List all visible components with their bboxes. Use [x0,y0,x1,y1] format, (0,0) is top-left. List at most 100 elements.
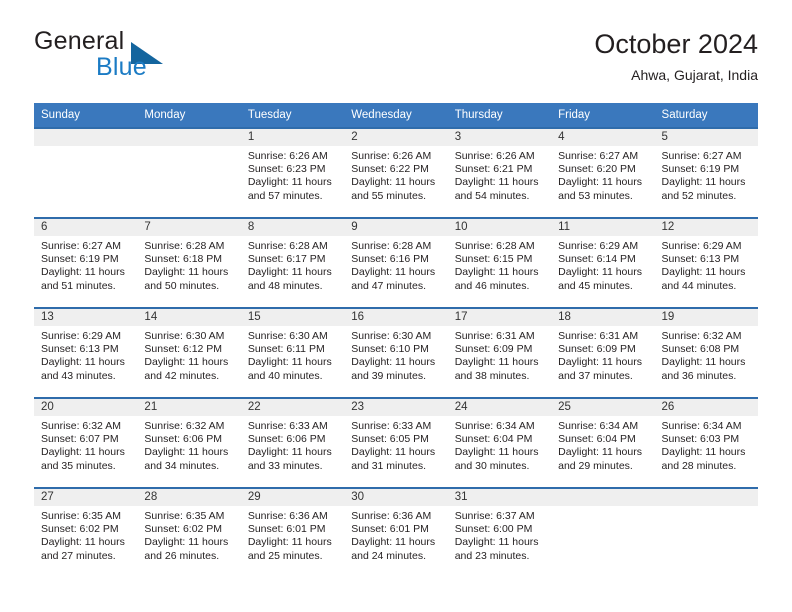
day-details: Sunrise: 6:28 AM Sunset: 6:17 PM Daylight:… [241,236,344,293]
day-cell-content: 10 Sunrise: 6:28 AM Sunset: 6:15 PM Dayligh… [447,219,552,307]
sunset-text: Sunset: 6:11 PM [247,343,325,356]
daylight-text-line1: Daylight: 11 hours [558,446,642,459]
calendar-day-cell[interactable]: 25 Sunrise: 6:34 AM Sunset: 6:04 PM Dayligh… [551,397,655,488]
daylight-text-line1: Daylight: 11 hours [558,356,642,369]
daylight-text-line1: Daylight: 11 hours [41,536,125,549]
calendar-body: 1 Sunrise: 6:26 AM Sunset: 6:23 PM Daylight… [34,127,758,577]
calendar-day-cell[interactable]: 24 Sunrise: 6:34 AM Sunset: 6:04 PM Dayligh… [447,397,552,488]
calendar-day-cell[interactable]: 17 Sunrise: 6:31 AM Sunset: 6:09 PM Dayligh… [447,307,552,398]
calendar-day-cell [137,127,241,218]
calendar-day-cell[interactable]: 30 Sunrise: 6:36 AM Sunset: 6:01 PM Dayligh… [344,487,448,577]
day-cell-content: 26 Sunrise: 6:34 AM Sunset: 6:03 PM Dayligh… [654,399,758,487]
calendar-week-row: 20 Sunrise: 6:32 AM Sunset: 6:07 PM Dayligh… [34,397,758,488]
calendar-day-cell[interactable]: 28 Sunrise: 6:35 AM Sunset: 6:02 PM Dayligh… [137,487,241,577]
calendar-day-cell[interactable]: 15 Sunrise: 6:30 AM Sunset: 6:11 PM Dayligh… [240,307,345,398]
day-details: Sunrise: 6:33 AM Sunset: 6:05 PM Daylight:… [344,416,447,473]
day-cell-content: 28 Sunrise: 6:35 AM Sunset: 6:02 PM Dayligh… [137,489,241,577]
calendar-day-cell[interactable]: 3 Sunrise: 6:26 AM Sunset: 6:21 PM Daylight… [447,127,552,218]
calendar-day-cell[interactable]: 9 Sunrise: 6:28 AM Sunset: 6:16 PM Daylight… [344,217,448,308]
page-subtitle: Ahwa, Gujarat, India [631,67,758,83]
daylight-text-line2: and 31 minutes. [351,459,426,472]
sunrise-text: Sunrise: 6:29 AM [41,330,121,342]
calendar-day-cell [654,487,758,577]
calendar-day-cell[interactable]: 29 Sunrise: 6:36 AM Sunset: 6:01 PM Dayligh… [240,487,345,577]
day-details: Sunrise: 6:29 AM Sunset: 6:13 PM Daylight:… [655,236,758,293]
calendar-day-cell[interactable]: 13 Sunrise: 6:29 AM Sunset: 6:13 PM Dayligh… [34,307,138,398]
day-cell-content: 7 Sunrise: 6:28 AM Sunset: 6:18 PM Daylight… [137,219,241,307]
daylight-text-line2: and 26 minutes. [144,549,220,562]
calendar-day-cell[interactable]: 8 Sunrise: 6:28 AM Sunset: 6:17 PM Daylight… [240,217,345,308]
day-cell-content: 8 Sunrise: 6:28 AM Sunset: 6:17 PM Daylight… [240,219,345,307]
calendar-day-cell[interactable]: 26 Sunrise: 6:34 AM Sunset: 6:03 PM Dayligh… [654,397,758,488]
day-number: 3 [447,129,552,146]
day-details: Sunrise: 6:29 AM Sunset: 6:14 PM Daylight:… [551,236,654,293]
day-details: Sunrise: 6:30 AM Sunset: 6:12 PM Daylight:… [137,326,240,383]
brand-logo[interactable]: General Blue [34,28,244,90]
sunrise-text: Sunrise: 6:34 AM [558,420,639,432]
day-details: Sunrise: 6:27 AM Sunset: 6:19 PM Daylight:… [655,146,758,203]
day-details: Sunrise: 6:28 AM Sunset: 6:16 PM Daylight:… [344,236,447,293]
sunset-text: Sunset: 6:12 PM [144,343,223,356]
calendar-day-cell[interactable]: 5 Sunrise: 6:27 AM Sunset: 6:19 PM Daylight… [654,127,758,218]
calendar-day-cell[interactable]: 22 Sunrise: 6:33 AM Sunset: 6:06 PM Dayligh… [240,397,345,488]
day-cell-content: 2 Sunrise: 6:26 AM Sunset: 6:22 PM Daylight… [344,129,448,217]
sunrise-text: Sunrise: 6:27 AM [661,150,742,162]
day-details: Sunrise: 6:32 AM Sunset: 6:08 PM Daylight:… [655,326,758,383]
day-cell-content: 21 Sunrise: 6:32 AM Sunset: 6:06 PM Dayligh… [137,399,241,487]
daylight-text-line2: and 40 minutes. [247,369,323,382]
calendar-day-cell[interactable]: 4 Sunrise: 6:27 AM Sunset: 6:20 PM Daylight… [551,127,655,218]
daylight-text-line1: Daylight: 11 hours [454,176,539,189]
day-details: Sunrise: 6:32 AM Sunset: 6:07 PM Daylight:… [34,416,137,473]
calendar-day-cell [551,487,655,577]
weekday-header-saturday: Saturday [654,103,758,128]
day-cell-content: 5 Sunrise: 6:27 AM Sunset: 6:19 PM Daylight… [654,129,758,217]
calendar-day-cell[interactable]: 1 Sunrise: 6:26 AM Sunset: 6:23 PM Daylight… [240,127,345,218]
day-number: 18 [551,309,655,326]
sunrise-text: Sunrise: 6:30 AM [247,330,328,342]
daylight-text-line2: and 54 minutes. [454,189,530,202]
calendar-day-cell[interactable]: 19 Sunrise: 6:32 AM Sunset: 6:08 PM Dayligh… [654,307,758,398]
day-details: Sunrise: 6:34 AM Sunset: 6:03 PM Daylight:… [655,416,758,473]
sunset-text: Sunset: 6:00 PM [454,523,533,536]
daylight-text-line2: and 53 minutes. [558,189,633,202]
day-number: 6 [34,219,138,236]
calendar-day-cell[interactable]: 10 Sunrise: 6:28 AM Sunset: 6:15 PM Dayligh… [447,217,552,308]
day-details: Sunrise: 6:37 AM Sunset: 6:00 PM Daylight:… [448,506,551,563]
calendar-day-cell[interactable]: 27 Sunrise: 6:35 AM Sunset: 6:02 PM Dayligh… [34,487,138,577]
daylight-text-line2: and 50 minutes. [144,279,220,292]
day-details: Sunrise: 6:34 AM Sunset: 6:04 PM Daylight:… [551,416,654,473]
page-title: October 2024 [594,29,758,59]
sunset-text: Sunset: 6:06 PM [144,433,223,446]
daylight-text-line1: Daylight: 11 hours [454,536,539,549]
calendar-day-cell[interactable]: 16 Sunrise: 6:30 AM Sunset: 6:10 PM Dayligh… [344,307,448,398]
calendar-day-cell[interactable]: 6 Sunrise: 6:27 AM Sunset: 6:19 PM Daylight… [34,217,138,308]
calendar-day-cell[interactable]: 23 Sunrise: 6:33 AM Sunset: 6:05 PM Dayligh… [344,397,448,488]
sunrise-text: Sunrise: 6:31 AM [558,330,639,342]
day-cell-content: 18 Sunrise: 6:31 AM Sunset: 6:09 PM Dayligh… [551,309,655,397]
calendar-day-cell[interactable]: 31 Sunrise: 6:37 AM Sunset: 6:00 PM Dayligh… [447,487,552,577]
day-cell-content: 13 Sunrise: 6:29 AM Sunset: 6:13 PM Dayligh… [34,309,138,397]
daylight-text-line2: and 24 minutes. [351,549,426,562]
daylight-text-line2: and 52 minutes. [661,189,737,202]
sunset-text: Sunset: 6:13 PM [661,253,740,266]
calendar-day-cell[interactable]: 11 Sunrise: 6:29 AM Sunset: 6:14 PM Dayligh… [551,217,655,308]
calendar-table: Sunday Monday Tuesday Wednesday Thursday… [34,103,758,577]
calendar-day-cell[interactable]: 2 Sunrise: 6:26 AM Sunset: 6:22 PM Daylight… [344,127,448,218]
day-details: Sunrise: 6:30 AM Sunset: 6:10 PM Daylight:… [344,326,447,383]
day-cell-content: 3 Sunrise: 6:26 AM Sunset: 6:21 PM Daylight… [447,129,552,217]
calendar-day-cell[interactable]: 7 Sunrise: 6:28 AM Sunset: 6:18 PM Daylight… [137,217,241,308]
calendar-day-cell[interactable]: 18 Sunrise: 6:31 AM Sunset: 6:09 PM Dayligh… [551,307,655,398]
calendar-day-cell[interactable]: 20 Sunrise: 6:32 AM Sunset: 6:07 PM Dayligh… [34,397,138,488]
weekday-header-monday: Monday [137,103,241,128]
day-cell-content: 14 Sunrise: 6:30 AM Sunset: 6:12 PM Dayligh… [137,309,241,397]
sunset-text: Sunset: 6:04 PM [454,433,533,446]
calendar-day-cell[interactable]: 12 Sunrise: 6:29 AM Sunset: 6:13 PM Dayligh… [654,217,758,308]
calendar-day-cell [34,127,138,218]
day-details: Sunrise: 6:26 AM Sunset: 6:23 PM Daylight:… [241,146,344,203]
calendar-day-cell[interactable]: 14 Sunrise: 6:30 AM Sunset: 6:12 PM Dayligh… [137,307,241,398]
daylight-text-line2: and 23 minutes. [454,549,530,562]
day-cell-content: 20 Sunrise: 6:32 AM Sunset: 6:07 PM Dayligh… [34,399,138,487]
calendar-day-cell[interactable]: 21 Sunrise: 6:32 AM Sunset: 6:06 PM Dayligh… [137,397,241,488]
daylight-text-line1: Daylight: 11 hours [351,536,436,549]
sunrise-text: Sunrise: 6:27 AM [41,240,121,252]
